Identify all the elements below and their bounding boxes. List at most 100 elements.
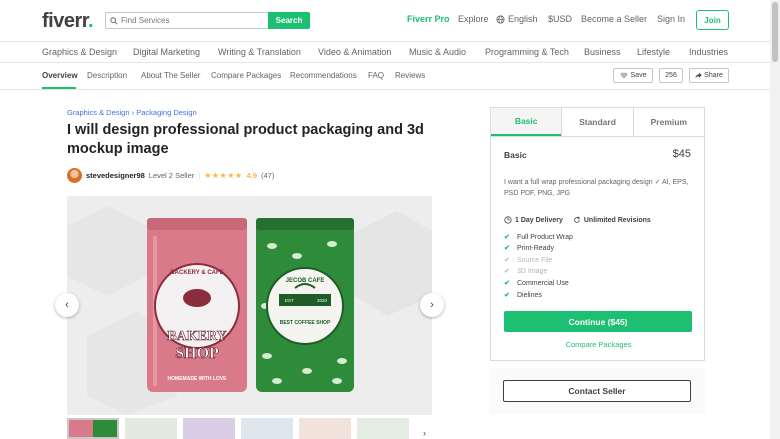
search-bar: Find Services Search	[105, 12, 310, 29]
check-icon: ✔	[504, 292, 510, 299]
gig-gallery-image[interactable]: BACKERY & CAFE BAKERY SHOP HOMEMADE WITH…	[67, 196, 432, 415]
thumbnails-next-icon[interactable]: ›	[423, 428, 426, 438]
refresh-icon	[574, 216, 580, 223]
revisions-count: Unlimited Revisions	[583, 216, 651, 224]
rating-score: 4.9	[246, 170, 257, 180]
delivery-info: 1 Day Delivery	[504, 216, 563, 224]
compare-packages-link[interactable]: Compare Packages	[491, 340, 706, 349]
share-button[interactable]: Share	[689, 68, 729, 83]
become-seller-link[interactable]: Become a Seller	[581, 14, 647, 24]
search-icon	[110, 16, 118, 25]
package-meta: 1 Day Delivery Unlimited Revisions	[504, 216, 651, 224]
feature-3d-image: ✔ 3D Image	[504, 267, 548, 276]
seller-overview: stevedesigner98 Level 2 Seller | ★★★★★ 4…	[67, 167, 274, 183]
feature-label: Source File	[517, 256, 553, 264]
contact-seller-button[interactable]: Contact Seller	[503, 380, 691, 402]
breadcrumb-graphics-design[interactable]: Graphics & Design	[67, 108, 130, 117]
active-tab-indicator	[42, 87, 76, 89]
tab-overview[interactable]: Overview	[42, 71, 78, 80]
explore-link[interactable]: Explore	[458, 14, 489, 24]
delivery-time: 1 Day Delivery	[515, 216, 563, 224]
revisions-info: Unlimited Revisions	[573, 216, 651, 224]
thumbnail[interactable]	[357, 418, 409, 439]
pouch2-tagline: BEST COFFEE SHOP	[280, 320, 331, 326]
feature-label: 3D Image	[517, 267, 548, 275]
star-rating-icon: ★★★★★	[204, 170, 243, 180]
share-label: Share	[704, 72, 723, 79]
pouch1-shop-text: SHOP	[175, 345, 219, 362]
gig-title: I will design professional product packa…	[67, 122, 424, 157]
category-graphics-design[interactable]: Graphics & Design	[42, 47, 117, 57]
feature-label: Dielines	[517, 291, 542, 299]
category-music-audio[interactable]: Music & Audio	[409, 47, 466, 57]
pouch1-bakery-text: BAKERY	[167, 329, 226, 344]
review-count[interactable]: (47)	[261, 171, 274, 180]
category-programming-tech[interactable]: Programming & Tech	[485, 47, 569, 57]
check-icon: ✔	[504, 268, 510, 275]
fiverr-pro-link[interactable]: Fiverr Pro	[407, 14, 450, 24]
continue-button[interactable]: Continue ($45)	[504, 311, 692, 332]
pouch1-tagline: HOMEMADE WITH LOVE	[168, 376, 228, 382]
search-input[interactable]: Find Services	[105, 12, 268, 29]
package-description: I want a full wrap professional packagin…	[504, 179, 689, 197]
scrollbar-thumb[interactable]	[772, 2, 778, 62]
gallery-prev-button[interactable]: ‹	[55, 293, 79, 317]
category-video-animation[interactable]: Video & Animation	[318, 47, 391, 57]
package-card: Basic Standard Premium Basic $45 I want …	[490, 107, 705, 361]
gig-subnav: Overview Description About The Seller Co…	[0, 63, 770, 90]
tab-description[interactable]: Description	[87, 71, 127, 80]
language-label: English	[508, 14, 538, 24]
tab-recommendations[interactable]: Recommendations	[290, 71, 357, 80]
top-navbar: fiverr. Find Services Search Fiverr Pro …	[0, 0, 770, 42]
seller-level: Level 2 Seller	[148, 170, 195, 180]
tab-premium[interactable]: Premium	[632, 108, 704, 136]
search-button[interactable]: Search	[268, 12, 310, 29]
search-placeholder: Find Services	[121, 16, 170, 25]
seller-name[interactable]: stevedesigner98	[86, 171, 145, 180]
seller-avatar[interactable]	[67, 167, 82, 183]
thumbnail[interactable]	[67, 418, 119, 439]
breadcrumb-packaging-design[interactable]: Packaging Design	[136, 108, 196, 117]
feature-commercial-use: ✔ Commercial Use	[504, 279, 569, 288]
gallery-next-button[interactable]: ›	[420, 293, 444, 317]
heart-icon	[620, 72, 627, 79]
tab-basic[interactable]: Basic	[491, 108, 562, 136]
feature-label: Commercial Use	[517, 279, 569, 287]
gallery-thumbnails	[67, 418, 409, 439]
packaging-mockup-image: BACKERY & CAFE BAKERY SHOP HOMEMADE WITH…	[67, 196, 432, 415]
category-menu: Graphics & Design Digital Marketing Writ…	[0, 42, 770, 63]
category-industries[interactable]: Industries	[689, 47, 728, 57]
save-count: 256	[659, 68, 683, 83]
fiverr-logo[interactable]: fiverr.	[42, 10, 94, 33]
tab-standard[interactable]: Standard	[561, 108, 632, 136]
check-icon: ✔	[504, 280, 510, 287]
sign-in-link[interactable]: Sign In	[657, 14, 685, 24]
page-scrollbar[interactable]	[770, 0, 780, 439]
divider: |	[198, 170, 201, 180]
category-business[interactable]: Business	[584, 47, 621, 57]
join-button[interactable]: Join	[696, 10, 729, 30]
globe-icon	[496, 14, 505, 24]
feature-source-file: ✔ Source File	[504, 256, 553, 265]
package-name: Basic	[504, 150, 527, 160]
pouch2-est-text: EST	[285, 298, 294, 303]
currency-selector[interactable]: $USD	[548, 14, 572, 24]
category-digital-marketing[interactable]: Digital Marketing	[133, 47, 200, 57]
tab-about-seller[interactable]: About The Seller	[141, 71, 200, 80]
category-lifestyle[interactable]: Lifestyle	[637, 47, 670, 57]
thumbnail[interactable]	[299, 418, 351, 439]
feature-label: Print-Ready	[517, 244, 554, 252]
language-selector[interactable]: English	[496, 14, 538, 24]
feature-dielines: ✔ Dielines	[504, 291, 542, 300]
tab-reviews[interactable]: Reviews	[395, 71, 425, 80]
save-button[interactable]: Save	[613, 68, 653, 83]
package-price: $45	[672, 148, 691, 160]
thumbnail[interactable]	[183, 418, 235, 439]
pouch2-year-text: 2020	[317, 298, 328, 303]
thumbnail[interactable]	[125, 418, 177, 439]
tab-compare-packages[interactable]: Compare Packages	[211, 71, 281, 80]
breadcrumb-separator: ›	[131, 108, 135, 117]
thumbnail[interactable]	[241, 418, 293, 439]
category-writing-translation[interactable]: Writing & Translation	[218, 47, 301, 57]
tab-faq[interactable]: FAQ	[368, 71, 384, 80]
